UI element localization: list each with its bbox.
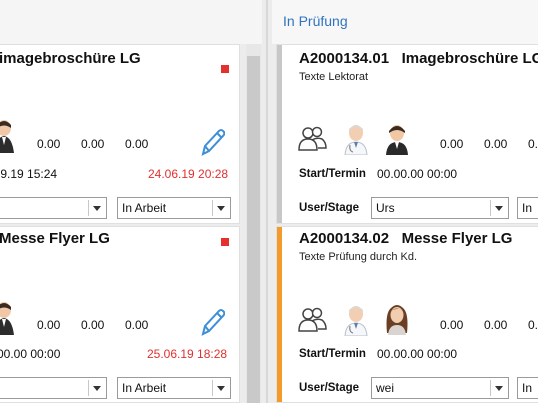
card-accent-bar: [277, 227, 282, 402]
group-users-icon[interactable]: [298, 126, 328, 152]
start-date: .9.19 15:24: [0, 167, 58, 181]
value-3: 0.00: [528, 137, 538, 151]
due-date: 25.06.19 18:28: [147, 347, 228, 361]
value-3: 0.00: [125, 137, 149, 151]
chevron-down-icon[interactable]: [212, 200, 228, 216]
value-1: 0.00: [440, 137, 464, 151]
user-stage-label: User/Stage: [299, 202, 360, 214]
card-title: A2000134.01 Imagebroschüre LG: [299, 50, 538, 67]
card-title: Messe Flyer LG: [0, 230, 110, 247]
chevron-down-icon[interactable]: [490, 200, 506, 216]
card-title: imagebroschüre LG: [0, 50, 141, 67]
column-title-in-pruefung: In Prüfung: [283, 13, 348, 29]
value-3: 0.00: [125, 318, 149, 332]
value-1: 0.00: [440, 318, 464, 332]
stage-select[interactable]: In: [517, 197, 538, 219]
start-termin-value: 00.00.00 00:00: [377, 347, 458, 361]
stage-select[interactable]: In: [517, 377, 538, 399]
chevron-down-icon[interactable]: [212, 380, 228, 396]
due-date: 24.06.19 20:28: [148, 167, 229, 181]
user-stage-label: User/Stage: [299, 382, 360, 394]
status-select[interactable]: In Arbeit: [117, 377, 231, 399]
card-accent-bar: [277, 45, 282, 223]
left-column-header: [0, 0, 262, 44]
man-avatar-icon: [0, 302, 14, 335]
woman-avatar-icon: [386, 305, 408, 335]
value-1: 0.00: [37, 137, 61, 151]
value-3: 0.00: [528, 318, 538, 332]
card-subtitle: Texte Lektorat: [299, 71, 369, 83]
user-select[interactable]: Urs: [371, 197, 509, 219]
start-date: 00.00 00:00: [0, 347, 61, 361]
column-divider: [262, 0, 272, 403]
man-avatar-icon: [0, 120, 14, 153]
task-card[interactable]: A2000134.02 Messe Flyer LG Texte Prüfung…: [276, 226, 538, 403]
value-1: 0.00: [37, 318, 61, 332]
value-2: 0.00: [484, 137, 508, 151]
user-select[interactable]: [0, 197, 107, 219]
user-select[interactable]: [0, 377, 107, 399]
value-2: 0.00: [81, 318, 105, 332]
user-select[interactable]: wei: [371, 377, 509, 399]
priority-flag: [221, 238, 229, 246]
left-scrollbar-thumb[interactable]: [247, 56, 260, 403]
start-termin-label: Start/Termin: [299, 168, 366, 180]
man-avatar-icon: [386, 125, 408, 155]
task-card[interactable]: imagebroschüre LG 0.00 0.00 0.00 .9.19 1…: [0, 44, 240, 224]
value-2: 0.00: [484, 318, 508, 332]
doctor-avatar-icon: [344, 125, 368, 155]
card-title: A2000134.02 Messe Flyer LG: [299, 230, 513, 247]
priority-flag: [221, 65, 229, 73]
status-select[interactable]: In Arbeit: [117, 197, 231, 219]
start-termin-label: Start/Termin: [299, 348, 366, 360]
chevron-down-icon[interactable]: [88, 200, 104, 216]
chevron-down-icon[interactable]: [88, 380, 104, 396]
pencil-edit-icon[interactable]: [199, 307, 225, 337]
right-column-header: In Prüfung: [272, 0, 538, 44]
start-termin-value: 00.00.00 00:00: [377, 167, 458, 181]
task-card[interactable]: A2000134.01 Imagebroschüre LG Texte Lekt…: [276, 44, 538, 224]
chevron-down-icon[interactable]: [490, 380, 506, 396]
value-2: 0.00: [81, 137, 105, 151]
pencil-edit-icon[interactable]: [199, 127, 225, 157]
doctor-avatar-icon: [344, 306, 368, 336]
task-card[interactable]: Messe Flyer LG 0.00 0.00 0.00 00.00 00:0…: [0, 226, 240, 403]
card-subtitle: Texte Prüfung durch Kd.: [299, 251, 418, 263]
group-users-icon[interactable]: [298, 307, 328, 333]
